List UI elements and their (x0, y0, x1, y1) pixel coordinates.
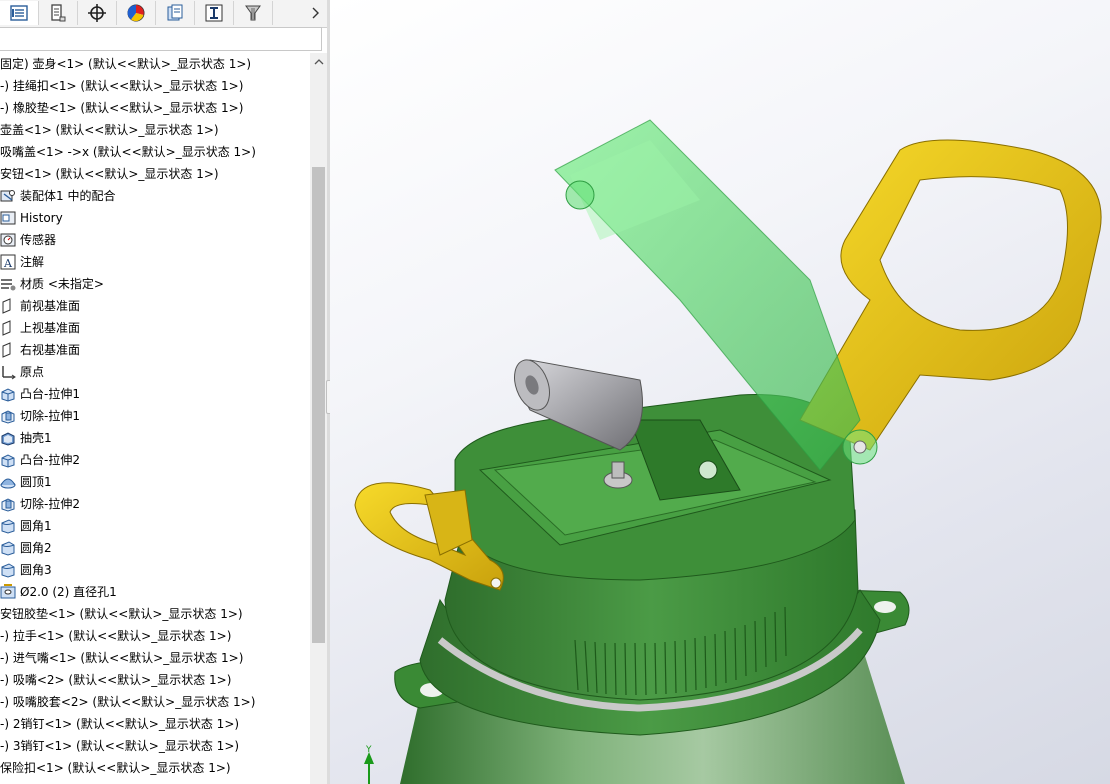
tree-item-label: 圆角1 (20, 519, 52, 533)
tree-item-label: 凸台-拉伸2 (20, 453, 80, 467)
svg-text:A: A (3, 257, 13, 270)
funnel-icon (245, 5, 261, 21)
fillet-icon (0, 562, 16, 578)
tree-item-label: 保险扣<1> (默认<<默认>_显示状态 1>) (0, 761, 231, 775)
crosshair-icon (88, 4, 106, 22)
dimxpert-icon (205, 4, 223, 22)
material-icon (0, 276, 16, 292)
tree-item-label: 圆角2 (20, 541, 52, 555)
tree-item-label: 安钮胶垫<1> (默认<<默认>_显示状态 1>) (0, 607, 243, 621)
tree-item-label: 切除-拉伸1 (20, 409, 80, 423)
tree-item-label: -) 吸嘴<2> (默认<<默认>_显示状态 1>) (0, 673, 232, 687)
appearance-icon (127, 4, 145, 22)
cam-icon (167, 4, 183, 21)
tree-item-label: 抽壳1 (20, 431, 52, 445)
annotation-icon: A (0, 254, 16, 270)
tree-item-label: 安钮<1> (默认<<默认>_显示状态 1>) (0, 167, 219, 181)
feature-tree-icon (10, 5, 28, 21)
cam-tab[interactable] (156, 1, 195, 25)
scroll-up-button[interactable] (310, 53, 327, 70)
tree-filter-input[interactable] (0, 27, 322, 51)
tree-item-label: 凸台-拉伸1 (20, 387, 80, 401)
cam-tree-tab[interactable] (234, 1, 273, 25)
origin-icon (0, 364, 16, 380)
display-manager-tab[interactable] (117, 1, 156, 25)
dome-icon (0, 474, 16, 490)
tree-item-label: 原点 (20, 365, 45, 379)
tree-item-label: -) 2销钉<1> (默认<<默认>_显示状态 1>) (0, 717, 240, 731)
tree-item-label: -) 拉手<1> (默认<<默认>_显示状态 1>) (0, 629, 232, 643)
tree-scrollbar[interactable] (310, 53, 327, 784)
tree-item-label: 上视基准面 (20, 321, 81, 335)
plane-icon (0, 320, 16, 336)
triad-axis-label: Y (365, 745, 372, 755)
tree-item-label: History (20, 211, 63, 225)
tree-item-label: 圆角3 (20, 563, 52, 577)
property-manager-icon (51, 4, 66, 22)
graphics-viewport[interactable]: Y (330, 0, 1110, 784)
tree-item-label: 材质 <未指定> (20, 277, 104, 291)
property-manager-tab[interactable] (39, 1, 78, 25)
feature-manager-tab[interactable] (0, 1, 39, 25)
feature-tree: 固定) 壶身<1> (默认<<默认>_显示状态 1>) -) 挂绳扣<1> (默认… (0, 53, 310, 784)
tree-item-label: 传感器 (20, 233, 57, 247)
bottle-assembly-model: Y (354, 119, 1102, 784)
boss-extrude-icon (0, 386, 16, 402)
simulation-tab[interactable] (195, 1, 234, 25)
configuration-manager-tab[interactable] (78, 1, 117, 25)
tree-item-label: 固定) 壶身<1> (默认<<默认>_显示状态 1>) (0, 57, 252, 71)
tree-item-label: 前视基准面 (20, 299, 81, 313)
tree-item-label: 壶盖<1> (默认<<默认>_显示状态 1>) (0, 123, 219, 137)
cut-extrude-icon (0, 496, 16, 512)
tree-item-label: 吸嘴盖<1> ->x (默认<<默认>_显示状态 1>) (0, 145, 256, 159)
tree-item-label: Ø2.0 (2) 直径孔1 (20, 585, 117, 599)
fillet-icon (0, 518, 16, 534)
tree-item-label: -) 橡胶垫<1> (默认<<默认>_显示状态 1>) (0, 101, 244, 115)
sensor-icon (0, 232, 16, 248)
cut-extrude-icon (0, 408, 16, 424)
tree-item-label: -) 进气嘴<1> (默认<<默认>_显示状态 1>) (0, 651, 244, 665)
shell-icon (0, 430, 16, 446)
hole-icon (0, 584, 16, 600)
tree-item-label: 切除-拉伸2 (20, 497, 80, 511)
tab-scroll-right-button[interactable] (304, 3, 326, 23)
tree-item-label: 注解 (20, 255, 45, 269)
tree-item-label: -) 挂绳扣<1> (默认<<默认>_显示状态 1>) (0, 79, 244, 93)
scrollbar-thumb[interactable] (312, 167, 325, 643)
tree-item-label: -) 3销钉<1> (默认<<默认>_显示状态 1>) (0, 739, 240, 753)
tree-item-label: 右视基准面 (20, 343, 81, 357)
boss-extrude-icon (0, 452, 16, 468)
plane-icon (0, 342, 16, 358)
tree-item-label: 装配体1 中的配合 (20, 189, 116, 203)
feature-manager-panel: 固定) 壶身<1> (默认<<默认>_显示状态 1>) -) 挂绳扣<1> (默认… (0, 0, 329, 784)
chevron-right-icon (312, 7, 319, 19)
plane-icon (0, 298, 16, 314)
chevron-up-icon (314, 58, 323, 64)
manager-tab-bar (0, 0, 329, 28)
history-icon (0, 210, 16, 226)
fillet-icon (0, 540, 16, 556)
mates-icon (0, 188, 16, 204)
tree-item-label: -) 吸嘴胶套<2> (默认<<默认>_显示状态 1>) (0, 695, 256, 709)
tree-item-label: 圆顶1 (20, 475, 52, 489)
